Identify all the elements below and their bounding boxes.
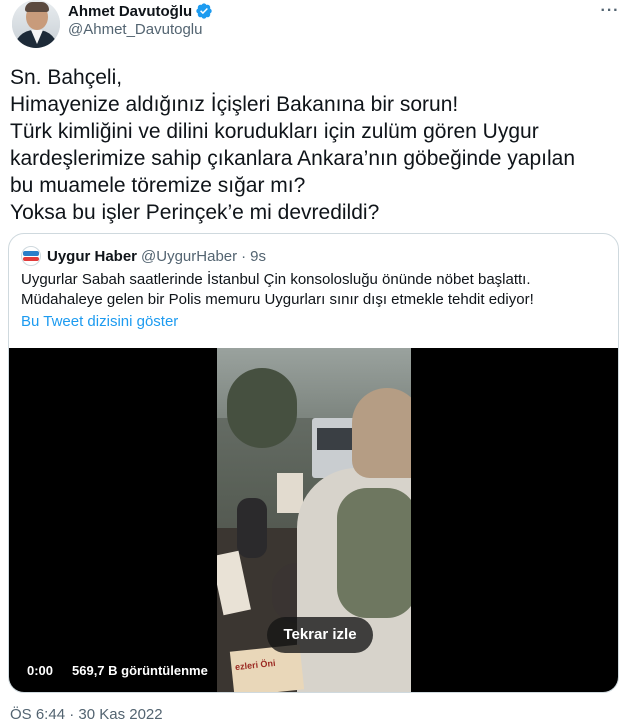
video-view-count: 569,7 B görüntülenme <box>72 663 208 678</box>
quoted-tweet-text: Uygurlar Sabah saatlerinde İstanbul Çin … <box>21 270 611 310</box>
quoted-author-name: Uygur Haber <box>47 247 138 265</box>
tweet-timestamp[interactable]: ÖS 6:44 · 30 Kas 2022 <box>10 706 163 719</box>
author-name-row[interactable]: Ahmet Davutoğlu <box>68 2 213 20</box>
quoted-tweet-header: Uygur Haber @UygurHaber · 9s <box>21 246 266 266</box>
video-time: 0:00 <box>27 663 54 678</box>
tweet-text-line: Himayenize aldığınız İçişleri Bakanına b… <box>10 93 459 116</box>
tweet-text-line: Türk kimliğini ve dilini korudukları içi… <box>10 120 539 143</box>
quoted-text-line: Uygurlar Sabah saatlerinde İstanbul Çin … <box>21 271 531 288</box>
tweet-text-line: bu muamele töremize sığar mı? <box>10 174 306 197</box>
tweet-text-line: Sn. Bahçeli, <box>10 66 123 89</box>
verified-badge-icon <box>196 3 212 19</box>
tweet-text-line: Yoksa bu işler Perinçek’e mi devredildi? <box>10 201 380 224</box>
quoted-author-avatar <box>21 246 41 266</box>
tweet-text-line: kardeşlerimize sahip çıkanlara Ankara’nı… <box>10 147 576 170</box>
quoted-text-line: Müdahaleye gelen bir Polis memuru Uygurl… <box>21 291 534 308</box>
tweet-text: Sn. Bahçeli, Himayenize aldığınız İçişle… <box>10 64 630 226</box>
video-player[interactable]: ezleri Öni Tekrar izle <box>9 348 618 692</box>
quoted-tweet-time: 9s <box>250 247 266 265</box>
more-horizontal-icon[interactable]: ··· <box>598 2 622 22</box>
separator-dot: · <box>241 247 247 265</box>
author-avatar[interactable] <box>12 0 60 48</box>
show-thread-link[interactable]: Bu Tweet dizisini göster <box>21 313 178 330</box>
author-handle[interactable]: @Ahmet_Davutoglu <box>68 21 202 38</box>
tweet-header: Ahmet Davutoğlu @Ahmet_Davutoglu ··· <box>0 0 637 52</box>
replay-button[interactable]: Tekrar izle <box>267 617 373 653</box>
author-name[interactable]: Ahmet Davutoğlu <box>68 3 192 20</box>
quoted-tweet-card[interactable]: Uygur Haber @UygurHaber · 9s Uygurlar Sa… <box>8 233 619 693</box>
quoted-author-handle: @UygurHaber <box>141 247 238 265</box>
